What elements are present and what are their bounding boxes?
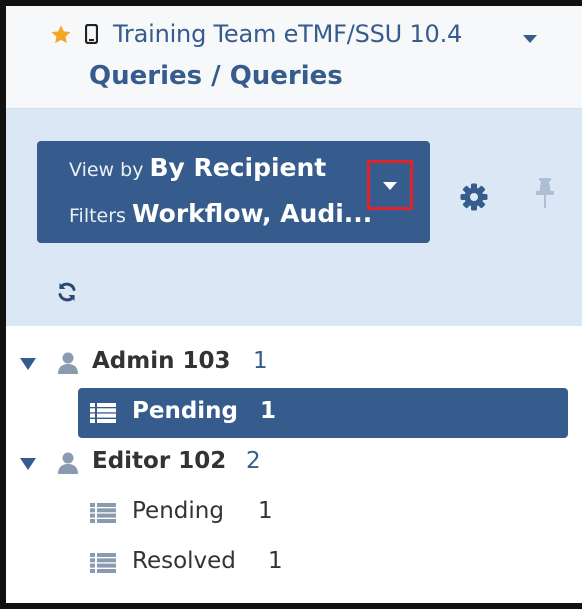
app-title[interactable]: Training Team eTMF/SSU 10.4 <box>113 20 462 48</box>
tree-group-count: 1 <box>253 348 268 374</box>
page-title: Queries / Queries <box>89 61 343 91</box>
header: Training Team eTMF/SSU 10.4 Queries / Qu… <box>6 6 582 109</box>
tree-item-pending[interactable]: Pending 1 <box>78 488 568 538</box>
gear-icon[interactable] <box>460 183 488 211</box>
filters-label: Filters <box>69 205 126 227</box>
tree-group-count: 2 <box>246 448 261 474</box>
list-icon <box>90 553 116 573</box>
user-icon <box>58 352 78 374</box>
tree-group-editor-102[interactable]: Editor 102 2 <box>20 446 280 482</box>
tree-item-count: 1 <box>268 548 283 574</box>
tree-group-admin-103[interactable]: Admin 103 1 <box>20 346 280 382</box>
view-by-button[interactable]: View by By Recipient Filters Workflow, Aud… <box>37 141 430 243</box>
tree-item-count: 1 <box>258 498 273 524</box>
pin-icon[interactable] <box>534 177 556 211</box>
view-by-value: By Recipient <box>149 153 327 182</box>
triangle-down-icon[interactable] <box>20 458 36 470</box>
tree-group-label: Editor 102 <box>92 448 227 474</box>
tree-item-label: Pending <box>132 398 239 424</box>
tree-item-resolved[interactable]: Resolved 1 <box>78 538 568 588</box>
view-by-label: View by <box>69 159 144 181</box>
tree-item-label: Pending <box>132 498 224 524</box>
mobile-device-icon <box>85 24 98 44</box>
filters-line: Filters Workflow, Audi... <box>69 199 372 228</box>
chevron-down-icon <box>383 182 397 190</box>
caret-down-icon[interactable] <box>523 35 537 43</box>
query-tree: Admin 103 1 Pending 1 Editor 102 2 Pendi… <box>6 326 582 603</box>
toolbar: View by By Recipient Filters Workflow, Aud… <box>6 109 582 326</box>
star-icon[interactable] <box>50 24 72 46</box>
list-icon <box>90 503 116 523</box>
triangle-down-icon[interactable] <box>20 358 36 370</box>
tree-group-label: Admin 103 <box>92 348 231 374</box>
filters-value: Workflow, Audi... <box>131 199 373 228</box>
tree-item-pending[interactable]: Pending 1 <box>78 388 568 438</box>
view-by-line: View by By Recipient <box>69 153 326 182</box>
view-by-dropdown-toggle[interactable] <box>367 160 413 210</box>
tree-item-label: Resolved <box>132 548 236 574</box>
user-icon <box>58 452 78 474</box>
queries-panel: Training Team eTMF/SSU 10.4 Queries / Qu… <box>0 0 582 609</box>
list-icon <box>90 403 116 423</box>
refresh-icon[interactable] <box>56 281 78 303</box>
tree-item-count: 1 <box>260 398 277 424</box>
